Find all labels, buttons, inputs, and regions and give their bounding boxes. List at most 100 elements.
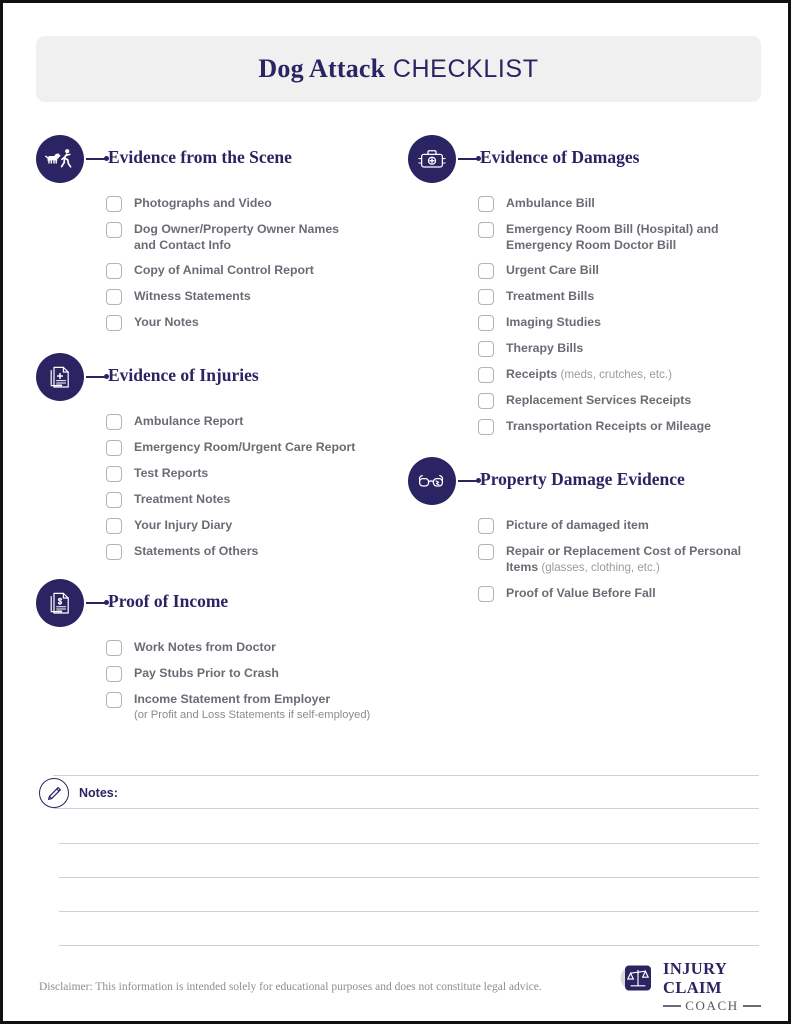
- checkbox[interactable]: [478, 196, 494, 212]
- list-item[interactable]: Emergency Room/Urgent Care Report: [106, 439, 376, 456]
- checkbox[interactable]: [478, 263, 494, 280]
- list-item-subnote: (or Profit and Loss Statements if self-e…: [134, 709, 371, 722]
- list-item[interactable]: Urgent Care Bill: [478, 262, 748, 280]
- checkbox[interactable]: [478, 315, 494, 332]
- checkbox[interactable]: [478, 289, 494, 306]
- list-item[interactable]: Work Notes from Doctor: [106, 639, 376, 656]
- checkbox[interactable]: [478, 544, 494, 560]
- list-item-label: Emergency Room/Urgent Care Report: [134, 440, 356, 454]
- checkbox[interactable]: [106, 289, 122, 306]
- checkbox[interactable]: [478, 585, 494, 602]
- checkbox[interactable]: [106, 466, 122, 482]
- notes-line[interactable]: [59, 945, 759, 946]
- list-item[interactable]: Emergency Room Bill (Hospital) and Emerg…: [478, 221, 748, 253]
- list-item-label: Pay Stubs Prior to Crash: [134, 666, 279, 680]
- list-item[interactable]: Statements of Others: [106, 543, 376, 560]
- list-item[interactable]: Treatment Notes: [106, 491, 376, 508]
- list-item[interactable]: Your Notes: [106, 314, 376, 332]
- list-item[interactable]: Proof of Value Before Fall: [478, 585, 748, 602]
- list-item-label: Transportation Receipts or Mileage: [506, 419, 711, 434]
- checkbox[interactable]: [478, 367, 494, 384]
- checkbox[interactable]: [478, 518, 494, 534]
- checkbox[interactable]: [106, 492, 122, 508]
- list-item[interactable]: Transportation Receipts or Mileage: [478, 418, 748, 436]
- checkbox[interactable]: [478, 222, 494, 238]
- notes-line[interactable]: [59, 877, 759, 878]
- list-item[interactable]: Ambulance Report: [106, 413, 376, 430]
- checklist-items: Work Notes from Doctor Pay Stubs Prior t…: [106, 639, 376, 723]
- list-item[interactable]: Pay Stubs Prior to Crash: [106, 665, 376, 682]
- section-header: Proof of Income: [36, 579, 376, 627]
- section-title: Evidence of Damages: [480, 147, 640, 167]
- list-item-label: Therapy Bills: [506, 341, 584, 356]
- checklist-items: Ambulance Report Emergency Room/Urgent C…: [106, 413, 376, 560]
- section-proof-of-income: Proof of Income Work Notes from Doctor P…: [36, 579, 376, 732]
- list-item[interactable]: Imaging Studies: [478, 314, 748, 332]
- brand-name-line1: INJURY CLAIM: [663, 959, 727, 997]
- checkbox[interactable]: [478, 393, 494, 410]
- list-item-label: Ambulance Bill: [506, 196, 595, 210]
- checkbox[interactable]: [106, 196, 122, 212]
- checkbox[interactable]: [106, 518, 122, 534]
- list-item[interactable]: Replacement Services Receipts: [478, 392, 748, 410]
- list-item-label: Urgent Care Bill: [506, 263, 599, 278]
- section-property-damage-evidence: Property Damage Evidence Picture of dama…: [408, 457, 748, 611]
- checkbox[interactable]: [106, 263, 122, 280]
- income-document-icon: [36, 579, 84, 627]
- list-item-label: Witness Statements: [134, 289, 251, 304]
- brand-name-line2-row: COACH: [663, 998, 762, 1014]
- checkbox[interactable]: [106, 222, 122, 238]
- list-item[interactable]: Income Statement from Employer (or Profit…: [106, 691, 376, 723]
- notes-line[interactable]: [59, 911, 759, 912]
- section-evidence-of-injuries: Evidence of Injuries Ambulance Report Em…: [36, 353, 376, 569]
- list-item-label: Treatment Bills: [506, 289, 595, 304]
- checklist-items: Ambulance Bill Emergency Room Bill (Hosp…: [478, 195, 748, 436]
- notes-section: Notes:: [39, 775, 759, 946]
- checkbox[interactable]: [106, 666, 122, 682]
- medical-document-icon: [36, 353, 84, 401]
- checkbox[interactable]: [106, 315, 122, 332]
- list-item-label: Your Notes: [134, 315, 199, 330]
- section-title: Proof of Income: [108, 591, 229, 611]
- list-item[interactable]: Repair or Replacement Cost of Personal I…: [478, 543, 748, 576]
- list-item[interactable]: Your Injury Diary: [106, 517, 376, 534]
- list-item[interactable]: Photographs and Video: [106, 195, 376, 212]
- list-item[interactable]: Receipts (meds, crutches, etc.): [478, 366, 748, 384]
- list-item-label: Receipts (meds, crutches, etc.): [506, 367, 672, 382]
- list-item-label: Statements of Others: [134, 544, 259, 558]
- section-title: Property Damage Evidence: [480, 469, 685, 489]
- list-item[interactable]: Picture of damaged item: [478, 517, 748, 534]
- list-item-note: (glasses, clothing, etc.): [538, 561, 660, 575]
- checkbox[interactable]: [106, 440, 122, 456]
- list-item[interactable]: Copy of Animal Control Report: [106, 262, 376, 280]
- medical-kit-icon: [408, 135, 456, 183]
- logo-rule-right: [742, 1005, 762, 1007]
- dog-attack-icon: [36, 135, 84, 183]
- section-title: Evidence of Injuries: [108, 365, 259, 385]
- list-item[interactable]: Therapy Bills: [478, 340, 748, 358]
- list-item-label: Picture of damaged item: [506, 518, 649, 532]
- list-item-label: Photographs and Video: [134, 196, 272, 210]
- list-item[interactable]: Witness Statements: [106, 288, 376, 306]
- list-item[interactable]: Ambulance Bill: [478, 195, 748, 212]
- list-item-label: Treatment Notes: [134, 492, 231, 506]
- notes-header: Notes:: [39, 775, 759, 809]
- list-item[interactable]: Dog Owner/Property Owner Names and Conta…: [106, 221, 376, 253]
- checkbox[interactable]: [478, 341, 494, 358]
- checkbox[interactable]: [106, 640, 122, 656]
- notes-label: Notes:: [79, 786, 118, 800]
- checkbox[interactable]: [106, 544, 122, 560]
- brand-logo-text: INJURY CLAIM COACH: [663, 959, 762, 1014]
- notes-line[interactable]: [59, 843, 759, 844]
- connector-line: [458, 156, 481, 161]
- checkbox[interactable]: [478, 419, 494, 436]
- checkbox[interactable]: [106, 414, 122, 430]
- scales-of-justice-icon: [619, 961, 659, 1000]
- section-header: Evidence from the Scene: [36, 135, 376, 183]
- list-item[interactable]: Test Reports: [106, 465, 376, 482]
- connector-line: [86, 156, 109, 161]
- section-evidence-of-damages: Evidence of Damages Ambulance Bill Emerg…: [408, 135, 748, 444]
- checkbox[interactable]: [106, 692, 122, 708]
- disclaimer-text: Disclaimer: This information is intended…: [39, 981, 542, 993]
- list-item[interactable]: Treatment Bills: [478, 288, 748, 306]
